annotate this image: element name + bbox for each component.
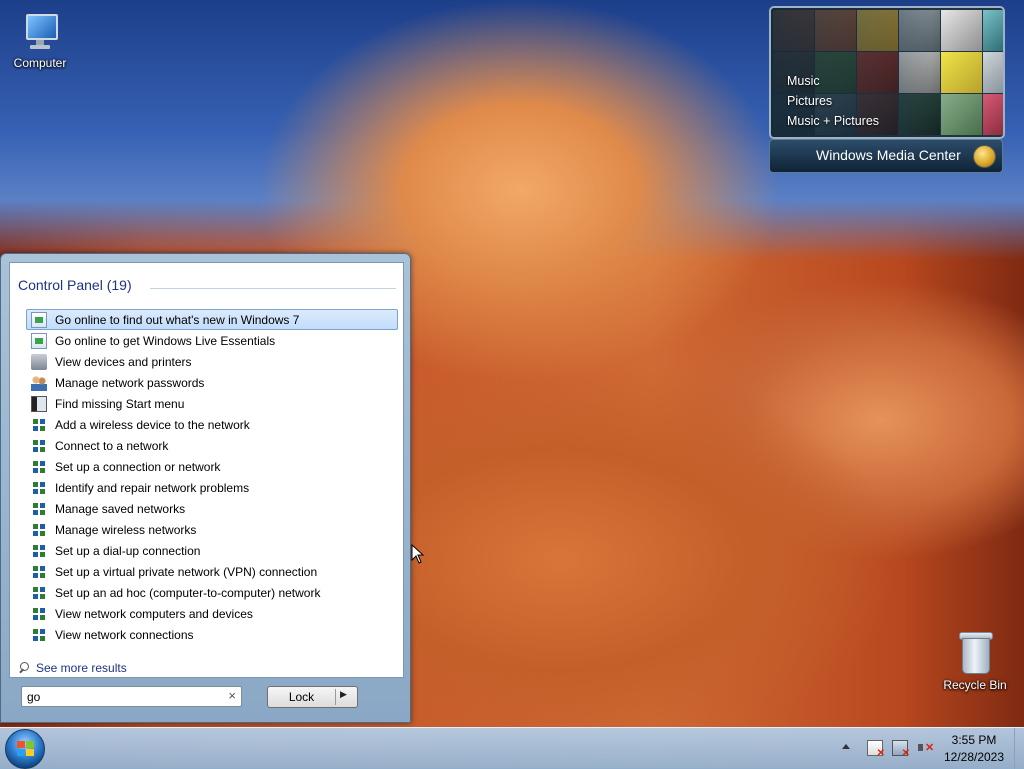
desktop-icon-label: Recycle Bin — [943, 678, 1007, 692]
media-center-gadget[interactable]: Music Pictures Music + Pictures Windows … — [769, 6, 1005, 173]
network-icon[interactable] — [892, 740, 910, 759]
result-item[interactable]: View devices and printers — [26, 351, 398, 372]
result-item-label: View network connections — [55, 627, 194, 642]
clock-date: 12/28/2023 — [943, 750, 1005, 764]
document-icon — [31, 311, 47, 328]
result-item[interactable]: Set up an ad hoc (computer-to-computer) … — [26, 582, 398, 603]
result-item-label: Manage network passwords — [55, 375, 205, 390]
result-item-label: View network computers and devices — [55, 606, 253, 621]
group-divider — [150, 288, 396, 289]
network-icon — [31, 626, 47, 643]
result-item-label: Set up a connection or network — [55, 459, 221, 474]
media-tile[interactable] — [941, 10, 982, 51]
result-item[interactable]: Find missing Start menu — [26, 393, 398, 414]
result-item[interactable]: Identify and repair network problems — [26, 477, 398, 498]
result-item[interactable]: Manage network passwords — [26, 372, 398, 393]
result-item[interactable]: Set up a virtual private network (VPN) c… — [26, 561, 398, 582]
lock-button-label: Lock — [288, 690, 315, 704]
result-item[interactable]: Manage saved networks — [26, 498, 398, 519]
action-center-icon[interactable] — [867, 740, 885, 759]
result-item-label: Manage saved networks — [55, 501, 186, 516]
see-more-label: See more results — [36, 661, 127, 675]
network-icon — [31, 500, 47, 517]
menu-item-music-pictures[interactable]: Music + Pictures — [787, 111, 879, 131]
result-item-label: Set up a virtual private network (VPN) c… — [55, 564, 318, 579]
result-item[interactable]: Connect to a network — [26, 435, 398, 456]
media-tile[interactable] — [983, 10, 1003, 51]
media-center-tiles[interactable]: Music Pictures Music + Pictures — [769, 6, 1005, 139]
result-item[interactable]: Set up a connection or network — [26, 456, 398, 477]
start-button[interactable] — [5, 729, 45, 769]
taskbar: 3:55 PM 12/28/2023 — [0, 727, 1024, 769]
result-item-label: Find missing Start menu — [55, 396, 185, 411]
network-icon — [31, 584, 47, 601]
recycle-bin-icon — [955, 630, 995, 676]
result-item[interactable]: Set up a dial-up connection — [26, 540, 398, 561]
start-menu: Control Panel (19) Go online to find out… — [0, 253, 411, 723]
windows-orb-icon — [973, 145, 996, 168]
result-item-label: Connect to a network — [55, 438, 169, 453]
button-separator — [335, 689, 336, 705]
result-item[interactable]: View network connections — [26, 624, 398, 645]
media-center-title: Windows Media Center — [816, 147, 961, 163]
desktop-icon-recycle-bin[interactable]: Recycle Bin — [935, 630, 1015, 692]
result-item-label: View devices and printers — [55, 354, 192, 369]
result-item[interactable]: Add a wireless device to the network — [26, 414, 398, 435]
volume-muted-icon[interactable] — [917, 740, 934, 756]
result-item[interactable]: View network computers and devices — [26, 603, 398, 624]
network-icon — [31, 416, 47, 433]
show-hidden-icons-icon[interactable] — [842, 740, 858, 756]
network-icon — [31, 437, 47, 454]
show-desktop-button[interactable] — [1014, 728, 1024, 769]
result-item-label: Set up an ad hoc (computer-to-computer) … — [55, 585, 321, 600]
search-icon — [18, 662, 30, 674]
result-item-label: Identify and repair network problems — [55, 480, 250, 495]
result-item-label: Go online to find out what's new in Wind… — [55, 312, 300, 327]
people-icon — [31, 374, 47, 391]
network-icon — [31, 563, 47, 580]
clock-time: 3:55 PM — [951, 733, 997, 747]
result-item-label: Manage wireless networks — [55, 522, 197, 537]
menu-item-music[interactable]: Music — [787, 71, 879, 91]
see-more-results-link[interactable]: See more results — [18, 661, 127, 675]
network-icon — [31, 458, 47, 475]
windows-logo-icon — [17, 741, 35, 758]
result-item-label: Add a wireless device to the network — [55, 417, 250, 432]
network-icon — [31, 605, 47, 622]
system-tray — [842, 736, 934, 760]
document-icon — [31, 332, 47, 349]
media-center-bar[interactable]: Windows Media Center — [769, 139, 1003, 173]
media-center-menu: Music Pictures Music + Pictures — [787, 71, 879, 131]
media-tile[interactable] — [941, 94, 982, 135]
result-item[interactable]: Manage wireless networks — [26, 519, 398, 540]
search-box[interactable]: × — [21, 686, 242, 707]
media-tile[interactable] — [983, 94, 1003, 135]
results-group-header[interactable]: Control Panel (19) — [18, 277, 132, 293]
search-input[interactable] — [27, 689, 217, 704]
printer-icon — [31, 353, 47, 370]
brand-bold: Windows — [816, 147, 873, 163]
brand-light: Media Center — [876, 147, 961, 163]
result-item[interactable]: Go online to get Windows Live Essentials — [26, 330, 398, 351]
network-icon — [31, 521, 47, 538]
network-icon — [31, 542, 47, 559]
network-icon — [31, 479, 47, 496]
desktop-icon-label: Computer — [13, 56, 67, 70]
clock[interactable]: 3:55 PM 12/28/2023 — [940, 732, 1008, 766]
search-results-pane: Control Panel (19) Go online to find out… — [9, 262, 404, 678]
media-tile[interactable] — [983, 52, 1003, 93]
desktop-icon-computer[interactable]: Computer — [0, 10, 80, 70]
shutdown-options-arrow-icon[interactable]: ▶ — [340, 689, 347, 700]
lock-button[interactable]: Lock ▶ — [267, 686, 358, 708]
clear-search-icon[interactable]: × — [228, 688, 236, 703]
menu-item-pictures[interactable]: Pictures — [787, 91, 879, 111]
result-item[interactable]: Go online to find out what's new in Wind… — [26, 309, 398, 330]
result-item-label: Go online to get Windows Live Essentials — [55, 333, 276, 348]
computer-icon — [18, 10, 62, 54]
result-item-label: Set up a dial-up connection — [55, 543, 201, 558]
media-tile[interactable] — [941, 52, 982, 93]
results-list: Go online to find out what's new in Wind… — [26, 309, 398, 645]
start-menu-icon — [31, 395, 47, 412]
